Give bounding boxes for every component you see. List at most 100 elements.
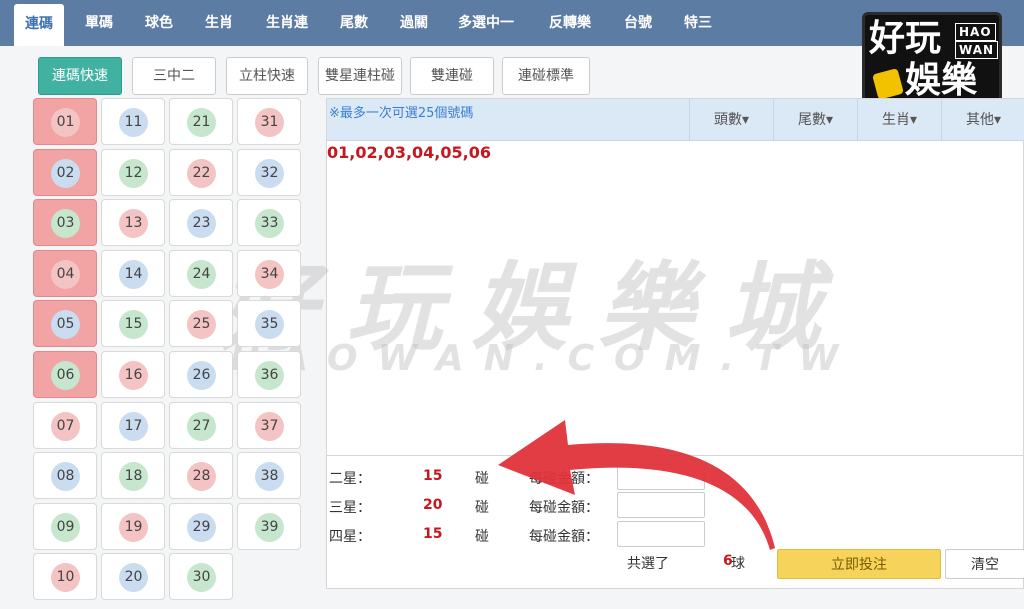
number-cell[interactable]: 03: [33, 199, 97, 247]
bet-row-label: 二星：: [329, 471, 371, 487]
number-ball: 26: [187, 361, 216, 390]
place-bet-button[interactable]: 立即投注: [777, 549, 941, 579]
number-cell[interactable]: 25: [169, 300, 233, 348]
number-ball: 24: [187, 259, 216, 289]
filter-other[interactable]: 其他▾: [941, 99, 1024, 141]
mode-button[interactable]: 雙連碰: [410, 57, 494, 95]
number-cell[interactable]: 10: [33, 553, 97, 601]
number-cell[interactable]: 26: [169, 351, 233, 398]
number-ball: 03: [51, 209, 80, 239]
number-ball: 04: [51, 259, 80, 289]
number-cell[interactable]: 07: [33, 401, 97, 449]
number-ball: 09: [51, 512, 80, 542]
bet-amount-input-4star[interactable]: [617, 521, 705, 547]
number-cell[interactable]: 31: [237, 98, 301, 145]
number-cell[interactable]: 20: [101, 553, 165, 601]
bet-amount-label: 每碰金額：: [529, 529, 599, 545]
nav-tab[interactable]: 特三: [670, 0, 726, 46]
number-ball: 39: [255, 512, 284, 542]
number-cell[interactable]: 08: [33, 452, 97, 500]
nav-tab[interactable]: 生肖: [192, 0, 246, 46]
nav-tab[interactable]: 球色: [132, 0, 186, 46]
number-cell[interactable]: 06: [33, 351, 97, 398]
number-ball: 20: [119, 563, 148, 593]
number-cell[interactable]: 01: [33, 98, 97, 145]
mode-button[interactable]: 立柱快速: [226, 57, 308, 95]
number-cell[interactable]: 38: [237, 452, 301, 500]
number-cell[interactable]: 39: [237, 502, 301, 550]
number-ball: 16: [119, 361, 148, 390]
nav-tab[interactable]: 台號: [612, 0, 664, 46]
bet-amount-input-3star[interactable]: [617, 492, 705, 518]
bet-row-label: 三星：: [329, 500, 371, 516]
clear-button[interactable]: 清空: [945, 549, 1024, 579]
number-cell[interactable]: 12: [101, 148, 165, 196]
number-ball: 32: [255, 158, 284, 188]
number-cell[interactable]: 33: [237, 199, 301, 247]
number-ball: 11: [119, 108, 148, 137]
filter-head-count[interactable]: 頭數▾: [689, 99, 773, 141]
nav-tab[interactable]: 反轉樂: [536, 0, 604, 46]
number-cell[interactable]: 16: [101, 351, 165, 398]
number-ball: 37: [255, 411, 284, 441]
number-ball: 28: [187, 462, 216, 492]
mode-button[interactable]: 三中二: [132, 57, 216, 95]
number-cell[interactable]: 13: [101, 199, 165, 247]
bet-row-unit: 碰: [475, 471, 489, 487]
number-cell[interactable]: 14: [101, 249, 165, 297]
number-cell[interactable]: 21: [169, 98, 233, 145]
number-cell[interactable]: 17: [101, 401, 165, 449]
number-cell[interactable]: 28: [169, 452, 233, 500]
number-ball: 05: [51, 310, 80, 340]
number-ball: 38: [255, 462, 284, 492]
playing-card-icon: [872, 68, 904, 100]
number-cell[interactable]: 24: [169, 249, 233, 297]
bet-row-unit: 碰: [475, 500, 489, 516]
number-cell[interactable]: 35: [237, 300, 301, 348]
number-ball: 22: [187, 158, 216, 188]
number-cell[interactable]: 18: [101, 452, 165, 500]
bet-row-count: 20: [423, 497, 443, 513]
number-ball: 35: [255, 310, 284, 340]
bet-amount-label: 每碰金額：: [529, 471, 599, 487]
number-ball: 19: [119, 512, 148, 542]
number-cell[interactable]: 37: [237, 401, 301, 449]
bet-amount-input-2star[interactable]: [617, 464, 705, 490]
number-cell[interactable]: 09: [33, 502, 97, 550]
nav-tab[interactable]: 過關: [388, 0, 440, 46]
mode-button[interactable]: 連碼快速: [38, 57, 122, 95]
number-cell[interactable]: 34: [237, 249, 301, 297]
logo-en-top: HAO: [955, 23, 996, 41]
total-unit: 球: [731, 556, 745, 572]
mode-button[interactable]: 雙星連柱碰: [318, 57, 402, 95]
nav-tab[interactable]: 尾數: [330, 0, 378, 46]
number-cell[interactable]: 29: [169, 502, 233, 550]
number-ball: 30: [187, 563, 216, 593]
filter-tail[interactable]: 尾數▾: [773, 99, 857, 141]
nav-tab[interactable]: 多選中一: [446, 0, 526, 46]
mode-button[interactable]: 連碰標準: [502, 57, 590, 95]
number-cell[interactable]: 02: [33, 148, 97, 196]
number-cell[interactable]: 04: [33, 249, 97, 297]
number-ball: 07: [51, 411, 80, 441]
number-cell[interactable]: 27: [169, 401, 233, 449]
nav-tab[interactable]: 連碼: [14, 4, 64, 46]
number-cell[interactable]: 32: [237, 148, 301, 196]
filter-zodiac[interactable]: 生肖▾: [857, 99, 941, 141]
number-cell[interactable]: 23: [169, 199, 233, 247]
number-ball: 23: [187, 209, 216, 239]
bet-row-count: 15: [423, 526, 443, 542]
number-cell[interactable]: 36: [237, 351, 301, 398]
number-ball: 10: [51, 563, 80, 593]
selection-header: ※最多一次可選25個號碼 頭數▾ 尾數▾ 生肖▾ 其他▾: [327, 99, 1024, 141]
bet-row-label: 四星：: [329, 529, 371, 545]
number-ball: 14: [119, 259, 148, 289]
number-cell[interactable]: 30: [169, 553, 233, 601]
number-cell[interactable]: 15: [101, 300, 165, 348]
nav-tab[interactable]: 生肖連: [252, 0, 322, 46]
nav-tab[interactable]: 單碼: [72, 0, 126, 46]
number-cell[interactable]: 19: [101, 502, 165, 550]
number-cell[interactable]: 11: [101, 98, 165, 145]
number-cell[interactable]: 05: [33, 300, 97, 348]
number-cell[interactable]: 22: [169, 148, 233, 196]
